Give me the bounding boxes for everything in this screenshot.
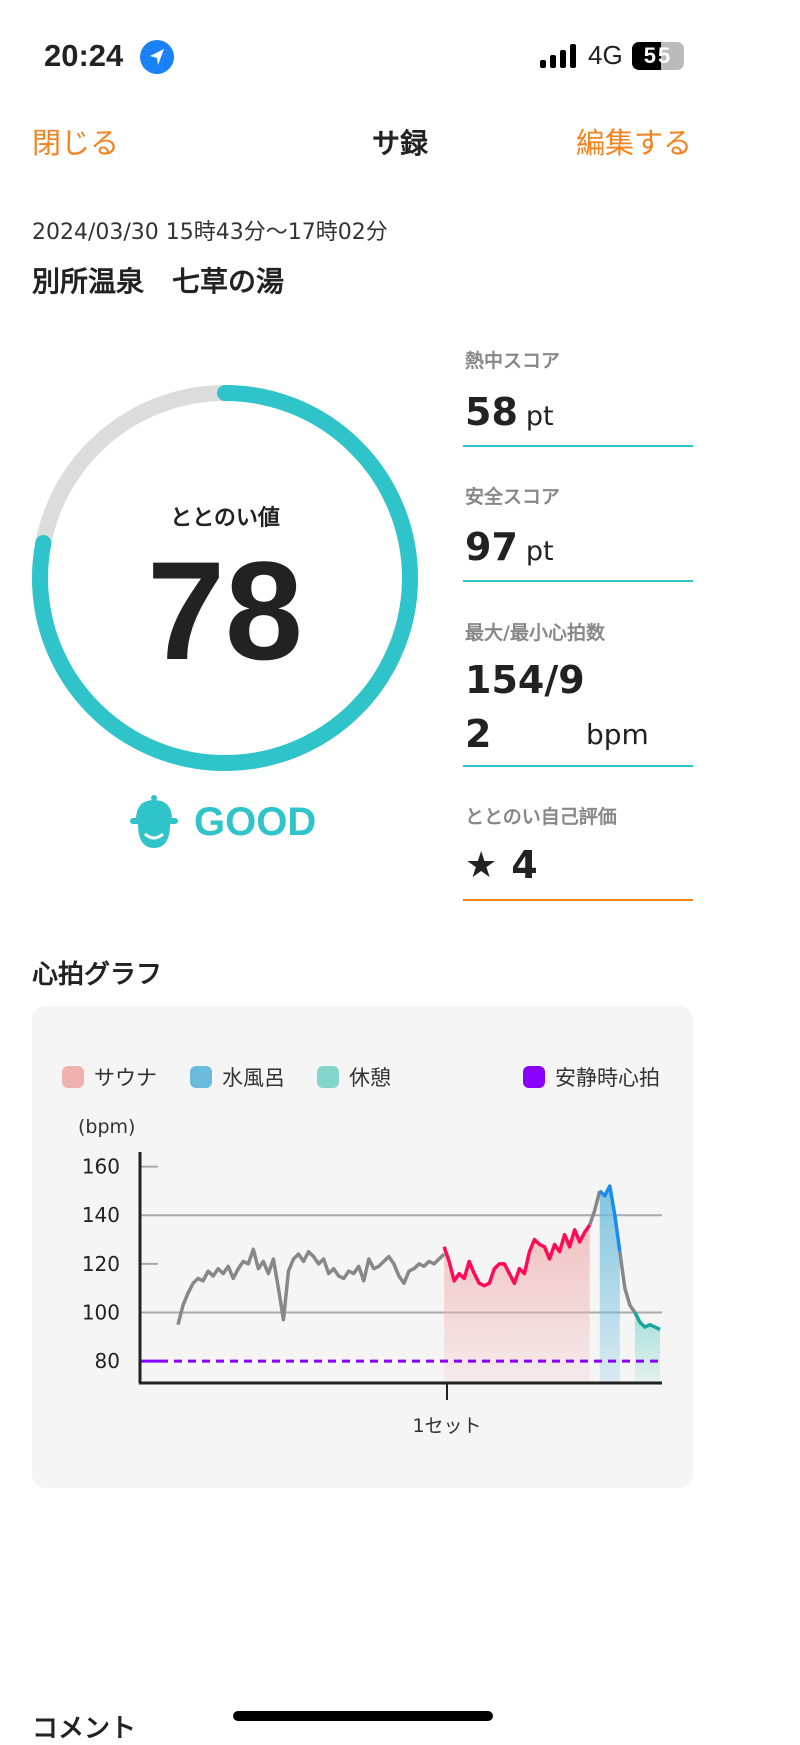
safety-score-value: 97 pt	[465, 525, 554, 569]
divider	[463, 445, 693, 447]
battery-icon: 55	[632, 42, 684, 70]
heart-rate-value: 154/9	[465, 658, 585, 702]
self-rating-label: ととのい自己評価	[465, 806, 617, 828]
legend-cold-bath: 水風呂	[190, 1062, 285, 1092]
heat-score-value: 58 pt	[465, 390, 554, 434]
legend-sauna: サウナ	[62, 1062, 157, 1092]
heart-rate-chart: (bpm) 160 140 120 100 80 1セット	[78, 1116, 662, 1437]
heart-graph-title: 心拍グラフ	[32, 960, 163, 990]
legend-swatch	[62, 1066, 84, 1088]
heart-rate-label: 最大/最小心拍数	[465, 622, 605, 644]
legend-rest: 休憩	[317, 1062, 391, 1092]
edit-button[interactable]: 編集する	[576, 120, 692, 162]
home-indicator[interactable]	[233, 1711, 493, 1721]
divider	[463, 765, 693, 767]
divider	[463, 580, 693, 582]
score-rating: GOOD	[194, 800, 317, 844]
comment-title: コメント	[32, 1714, 137, 1744]
legend-swatch	[317, 1066, 339, 1088]
legend-swatch	[523, 1066, 545, 1088]
hr-line-other	[588, 1190, 602, 1226]
heart-rate-unit: bpm	[586, 718, 649, 751]
signal-icon	[540, 44, 576, 68]
edit-label: 編集する	[575, 126, 692, 160]
score-label: ととのい値	[170, 506, 280, 531]
session-place: 別所温泉 七草の湯	[32, 265, 285, 298]
legend-swatch	[190, 1066, 212, 1088]
y-tick-label: 100	[82, 1300, 120, 1324]
star-icon: ★	[465, 844, 498, 886]
self-rating[interactable]: ★ 4	[465, 843, 538, 887]
battery-level: 55	[643, 43, 673, 68]
safety-score-label: 安全スコア	[465, 486, 561, 508]
session-datetime: 2024/03/30 15時43分〜17時02分	[32, 220, 388, 245]
y-tick-label: 80	[95, 1349, 120, 1373]
heart-rate-value-cont: 2	[465, 712, 492, 756]
smiling-face-hat-icon	[130, 795, 178, 848]
location-arrow-icon	[140, 40, 174, 74]
y-axis-label: (bpm)	[78, 1116, 135, 1138]
divider	[463, 899, 693, 901]
x-tick-label: 1セット	[412, 1415, 481, 1437]
y-tick-label: 120	[82, 1252, 120, 1276]
y-tick-label: 160	[82, 1155, 120, 1179]
heat-score-label: 熱中スコア	[465, 350, 561, 372]
score-value: 78	[147, 532, 303, 689]
legend-resting-hr: 安静時心拍	[523, 1062, 660, 1092]
network-type: 4G	[588, 40, 623, 70]
hr-line-other	[618, 1251, 637, 1314]
y-tick-label: 140	[82, 1203, 120, 1227]
status-time: 20:24	[44, 38, 124, 73]
area-sauna	[444, 1224, 590, 1382]
